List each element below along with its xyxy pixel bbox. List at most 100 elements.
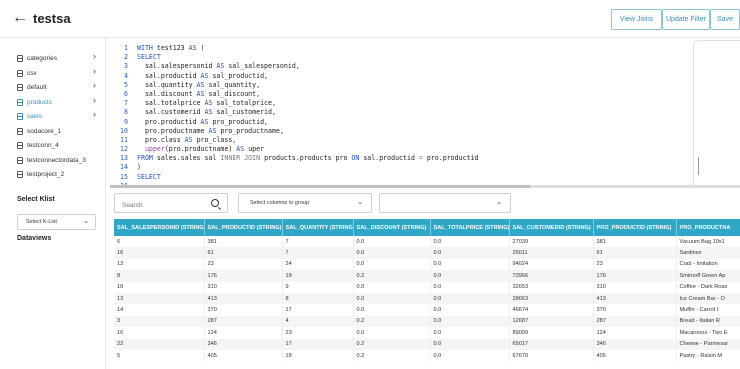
table-cell: 3 <box>114 315 205 328</box>
search-box[interactable] <box>114 193 228 215</box>
sidebar-item-default[interactable]: default › <box>17 80 99 93</box>
sidebar-item-label: sodacore_1 <box>27 127 61 135</box>
database-icon <box>17 127 23 135</box>
table-cell: 16 <box>114 247 205 259</box>
klist-select[interactable]: Select K-List ⌄ <box>17 214 96 230</box>
search-icon[interactable] <box>211 199 219 207</box>
sidebar-item-categories[interactable]: categories › <box>17 51 99 64</box>
table-row[interactable]: 13 413 8 0.0 0.0 28663 413 Ice Cream Bar - O <box>114 292 740 305</box>
table-cell: 0.0 <box>430 292 510 305</box>
chevron-down-icon: ⌄ <box>357 199 363 206</box>
column-header[interactable]: SAL_QUANTITY (STRING) <box>282 219 354 236</box>
table-cell: 0.0 <box>430 349 510 362</box>
table-row[interactable]: 3 287 4 0.2 0.0 12687 287 Bread - Italian R <box>114 315 740 328</box>
table-cell: 381 <box>204 236 283 248</box>
column-header[interactable]: SAL_TOTALPRICE (STRING) <box>430 219 510 236</box>
table-row[interactable]: 13 23 24 0.0 0.0 94024 23 Crab - Imitation <box>114 258 740 271</box>
table-cell: 28663 <box>509 292 594 305</box>
column-header[interactable]: SAL_CUSTOMERID (STRING) <box>509 219 594 236</box>
table-cell: 25011 <box>509 247 594 259</box>
column-header[interactable]: SAL_SALESPERSONID (STRING) <box>114 219 205 236</box>
table-cell: 23 <box>593 258 677 271</box>
table-row[interactable]: 14 370 17 0.0 0.0 46674 370 Muffin - Carrot I <box>114 304 740 316</box>
table-cell: 0.2 <box>353 270 431 282</box>
table-row[interactable]: 22 346 17 0.2 0.0 65017 346 Cheese - Parmesar <box>114 338 740 350</box>
table-cell: 46674 <box>509 304 594 316</box>
table-cell: 0.0 <box>353 292 431 305</box>
chevron-right-icon[interactable]: › <box>93 109 96 119</box>
database-icon <box>17 83 23 91</box>
column-header[interactable]: SAL_PRODUCTID (STRING) <box>204 219 283 236</box>
table-cell: 8 <box>114 270 205 282</box>
chevron-right-icon[interactable]: › <box>93 66 96 76</box>
table-row[interactable]: 10 310 9 0.0 0.0 32653 310 Coffee - Dark Roas <box>114 281 740 293</box>
column-header[interactable]: PRO_PRODUCTNA <box>676 219 740 236</box>
table-cell: 124 <box>204 327 283 339</box>
table-cell: 287 <box>204 315 283 328</box>
table-cell: 13 <box>114 292 205 305</box>
update-filter-button[interactable]: Update Filter <box>662 9 710 30</box>
sidebar-item-csv[interactable]: csv › <box>17 66 99 79</box>
results-table: SAL_SALESPERSONID (STRING) SAL_PRODUCTID … <box>114 219 740 362</box>
dataviews-label: Dataviews <box>17 235 52 242</box>
sidebar: categories › csv › default › products › … <box>0 38 106 369</box>
sql-code[interactable]: WITH test123 AS ( SELECT sal.salesperson… <box>137 44 478 191</box>
results-table-container[interactable]: SAL_SALESPERSONID (STRING) SAL_PRODUCTID … <box>114 219 740 369</box>
search-input[interactable] <box>115 196 205 215</box>
table-cell: 0.0 <box>353 247 431 259</box>
table-cell: 89009 <box>509 327 594 339</box>
table-row[interactable]: 6 381 7 0.0 0.0 27039 381 Vacuum Bag 10x1 <box>114 236 740 248</box>
chevron-right-icon[interactable]: › <box>93 95 96 105</box>
table-cell: Muffin - Carrot I <box>676 304 740 316</box>
table-cell: 0.0 <box>430 270 510 282</box>
sidebar-item-products[interactable]: products › <box>17 95 99 108</box>
table-row[interactable]: 5 405 18 0.2 0.0 67670 405 Pastry - Raisin M <box>114 349 740 362</box>
chevron-right-icon[interactable]: › <box>93 80 96 90</box>
sidebar-item-sodacore-1[interactable]: sodacore_1 <box>17 125 99 137</box>
sidebar-item-testproject-2[interactable]: testproject_2 <box>17 168 99 180</box>
table-header-row: SAL_SALESPERSONID (STRING) SAL_PRODUCTID … <box>114 219 740 236</box>
table-cell: 12687 <box>509 315 594 328</box>
table-cell: 23 <box>282 327 354 339</box>
table-cell: 61 <box>204 247 283 259</box>
arrow-left-icon[interactable]: ← <box>12 10 28 26</box>
editor-horizontal-scrollbar[interactable] <box>110 185 740 188</box>
table-cell: 0.0 <box>430 281 510 293</box>
editor-vertical-scrollbar[interactable] <box>698 157 699 175</box>
table-cell: 9 <box>282 281 354 293</box>
group-columns-dropdown[interactable]: Select columns to group ⌄ <box>238 193 372 213</box>
sql-editor[interactable]: 1234 5678 9101112 13141516 WITH test123 … <box>110 40 740 191</box>
secondary-dropdown[interactable]: ⌄ <box>379 193 511 213</box>
database-icon <box>17 69 23 77</box>
table-cell: 8 <box>282 292 354 305</box>
table-cell: 0.0 <box>353 258 431 271</box>
table-cell: 6 <box>114 236 205 248</box>
sidebar-item-testconnectordata-3[interactable]: testconnectordata_3 <box>17 154 99 166</box>
table-row[interactable]: 16 61 7 0.0 0.0 25011 61 Sardines <box>114 247 740 259</box>
table-cell: 0.2 <box>353 315 431 328</box>
table-cell: 0.0 <box>430 304 510 316</box>
column-header[interactable]: PRO_PRODUCTID (STRING) <box>593 219 677 236</box>
database-icon <box>17 54 23 62</box>
table-cell: 124 <box>593 327 677 339</box>
table-cell: 61 <box>593 247 677 259</box>
table-row[interactable]: 8 176 19 0.2 0.0 73966 176 Smirnoff Green Ap <box>114 270 740 282</box>
chevron-right-icon[interactable]: › <box>93 51 96 61</box>
table-row[interactable]: 16 124 23 0.0 0.0 89009 124 Macaroons - Two E <box>114 327 740 339</box>
chevron-down-icon: ⌄ <box>83 218 89 225</box>
database-icon <box>17 141 23 149</box>
table-cell: Macaroons - Two E <box>676 327 740 339</box>
sidebar-item-testconn-4[interactable]: testconn_4 <box>17 139 99 151</box>
view-joins-button[interactable]: View Joins <box>611 9 662 30</box>
sidebar-item-sales[interactable]: sales › <box>17 109 99 122</box>
table-cell: 0.0 <box>353 236 431 248</box>
table-cell: 4 <box>282 315 354 328</box>
table-cell: 413 <box>593 292 677 305</box>
table-cell: 0.0 <box>430 258 510 271</box>
table-cell: Crab - Imitation <box>676 258 740 271</box>
column-header[interactable]: SAL_DISCOUNT (STRING) <box>353 219 431 236</box>
sidebar-item-label: default <box>27 83 47 91</box>
save-button[interactable]: Save <box>710 9 740 30</box>
table-cell: 0.0 <box>430 236 510 248</box>
table-cell: 23 <box>204 258 283 271</box>
